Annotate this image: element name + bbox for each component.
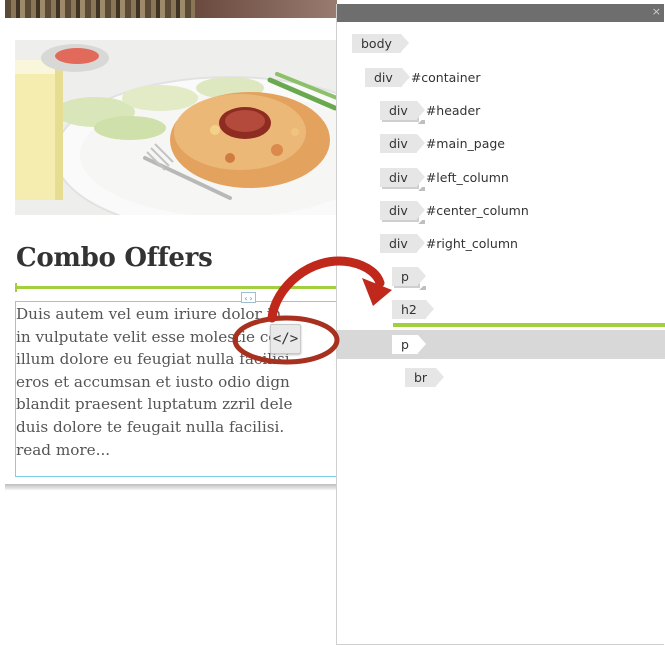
dom-node-right-column[interactable]: div #right_column xyxy=(380,232,518,254)
tag-label: p xyxy=(392,266,426,290)
code-tag-icon[interactable]: </> xyxy=(270,324,301,354)
dom-node-header[interactable]: div #header xyxy=(380,99,481,124)
header-banner-strip xyxy=(5,0,337,18)
tag-id: #main_page xyxy=(425,135,505,151)
page-bottom-edge xyxy=(5,484,337,490)
dom-node-body[interactable]: body xyxy=(352,32,410,54)
paragraph-line: Duis autem vel eum iriure dolor in xyxy=(16,305,282,323)
tag-label: div xyxy=(380,100,425,124)
close-icon[interactable]: × xyxy=(652,5,661,19)
tag-label: h2 xyxy=(392,299,434,319)
tag-label: div xyxy=(380,233,425,253)
tag-id: #right_column xyxy=(425,235,518,251)
tag-label: div xyxy=(380,133,425,153)
paragraph-line: duis dolore te feugait nulla facilisi. xyxy=(16,417,285,436)
dom-node-br[interactable]: br xyxy=(405,366,445,388)
food-photo[interactable] xyxy=(15,40,337,215)
tag-id: #header xyxy=(425,102,481,118)
dom-node-p[interactable]: p xyxy=(392,265,427,290)
page-heading[interactable]: Combo Offers xyxy=(16,243,213,273)
dom-node-h2[interactable]: h2 xyxy=(392,298,435,320)
tag-id: #center_column xyxy=(425,202,529,218)
tag-label: div xyxy=(380,200,425,224)
tag-label: p xyxy=(392,334,426,354)
drop-indicator xyxy=(393,323,665,327)
design-view: Combo Offers Duis autem vel eum iriure d… xyxy=(0,0,337,490)
tag-label: div xyxy=(365,67,410,87)
dom-node-center-column[interactable]: div #center_column xyxy=(380,199,529,224)
paragraph-line: eros et accumsan et iusto odio dign xyxy=(16,372,290,391)
tag-id: #container xyxy=(410,69,481,85)
heading-underline xyxy=(15,283,337,292)
tag-id: #left_column xyxy=(425,169,509,185)
tag-label: body xyxy=(352,33,409,53)
paragraph-line: read more... xyxy=(16,440,111,459)
dom-node-left-column[interactable]: div #left_column xyxy=(380,166,509,191)
selected-row-highlight xyxy=(337,330,665,359)
paragraph-line: blandit praesent luptatum zzril dele xyxy=(16,395,293,414)
dom-node-p-selected[interactable]: p xyxy=(392,333,427,355)
dom-node-container[interactable]: div #container xyxy=(365,66,481,88)
resize-handle-icon[interactable]: ‹› xyxy=(241,292,256,303)
tag-label: br xyxy=(405,367,445,387)
dom-node-main-page[interactable]: div #main_page xyxy=(380,132,505,154)
panel-title-bar: × xyxy=(337,4,664,22)
tag-label: div xyxy=(380,167,425,191)
